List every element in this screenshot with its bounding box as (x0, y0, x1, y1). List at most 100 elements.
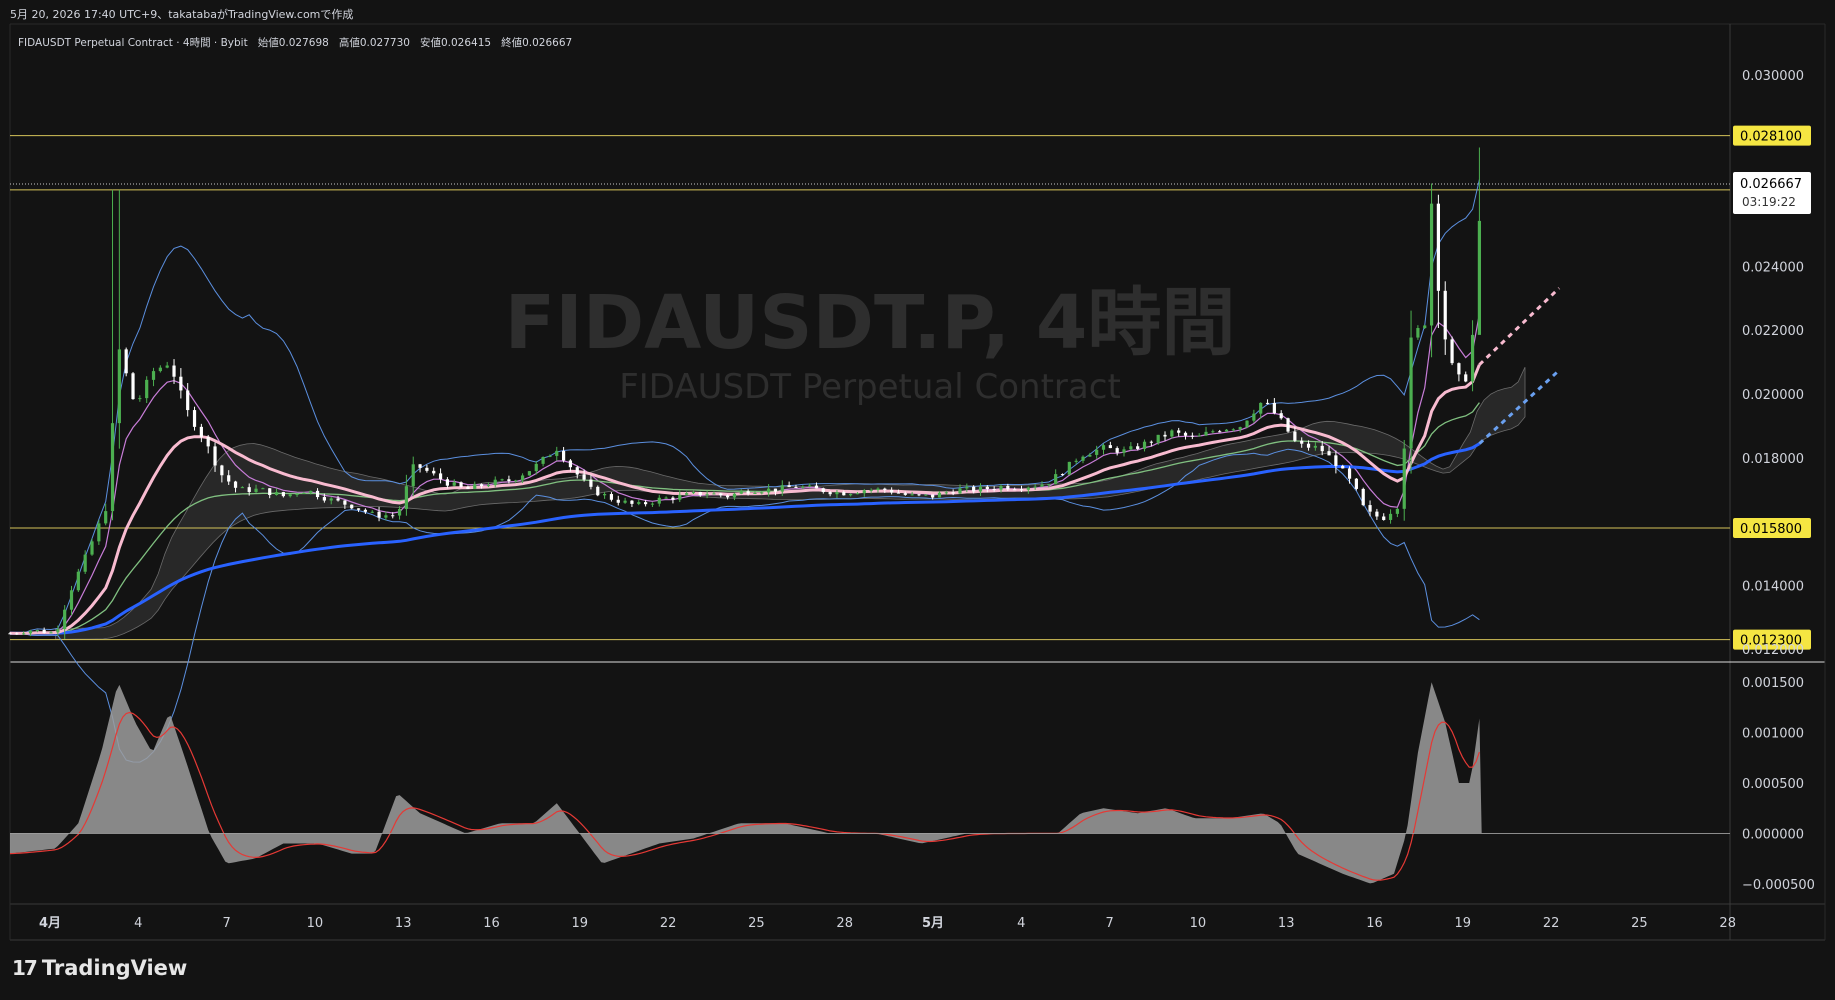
time-tick: 16 (483, 916, 500, 931)
candle-body (1402, 448, 1406, 509)
candle (199, 423, 203, 443)
candle-body (1067, 461, 1071, 475)
level-label-text: 0.028100 (1740, 130, 1802, 145)
candle-body (794, 487, 798, 489)
candle-body (418, 464, 422, 468)
candle (1443, 281, 1447, 355)
candle (1101, 443, 1106, 455)
candle-body (1265, 402, 1270, 404)
candle-body (486, 485, 491, 487)
candle (1388, 509, 1393, 524)
tradingview-logo[interactable]: 17 TradingView (12, 956, 187, 980)
candle-body (425, 467, 429, 471)
candle (541, 456, 545, 467)
candle-body (1081, 456, 1085, 461)
candle-body (1204, 431, 1208, 436)
candle-body (972, 486, 976, 492)
candle-body (1183, 432, 1188, 436)
candle-body (1341, 465, 1345, 469)
candle-body (678, 494, 682, 500)
candle (172, 359, 176, 384)
candle (1245, 420, 1249, 429)
candle-body (596, 486, 600, 496)
candle-body (896, 492, 901, 494)
candle (192, 406, 197, 431)
candle (151, 367, 156, 387)
candle-body (1142, 441, 1147, 449)
candle-body (493, 479, 497, 486)
candle-body (1088, 454, 1092, 457)
time-tick: 5月 (922, 916, 944, 931)
candle-body (1190, 435, 1194, 437)
watermark-subtitle: FIDAUSDT Perpetual Contract (619, 367, 1121, 407)
candle-body (179, 376, 183, 391)
price-chart[interactable]: FIDAUSDT.P, 4時間 FIDAUSDT Perpetual Contr… (0, 0, 1835, 1000)
candle (138, 395, 142, 402)
price-tick: 0.018000 (1742, 452, 1804, 467)
candle (602, 491, 607, 499)
candle-body (801, 486, 805, 488)
candle (350, 504, 354, 510)
candle-body (568, 460, 573, 468)
candle-body (1013, 489, 1017, 491)
legend-open: 0.027698 (278, 37, 329, 49)
candle-body (753, 492, 757, 494)
candle-body (309, 490, 313, 493)
candle (609, 492, 614, 502)
candle-body (466, 486, 470, 489)
candle (158, 365, 162, 373)
candle (1108, 441, 1112, 449)
time-tick: 13 (395, 916, 412, 931)
candle-body (746, 491, 750, 494)
candle-body (992, 489, 996, 491)
oscillator-axis[interactable]: 0.001500 0.001000 0.000500 0.000000 −0.00050… (1742, 676, 1815, 893)
price-axis[interactable]: 0.030000 0.024000 0.022000 0.020000 0.018000… (1742, 69, 1804, 658)
candle-body (1320, 445, 1324, 452)
candle-body (1149, 441, 1153, 443)
candle-body (1409, 337, 1413, 449)
time-tick: 16 (1366, 916, 1383, 931)
legend-open-label: 始値 (257, 37, 279, 49)
candle-body (1313, 445, 1317, 448)
legend-close-label: 終値 (501, 37, 523, 49)
candle (1129, 442, 1133, 451)
candle-body (445, 479, 450, 486)
candle-body (1197, 435, 1201, 437)
candle (452, 479, 456, 487)
candle (97, 519, 101, 545)
candle (1279, 410, 1283, 420)
candle-body (1327, 451, 1331, 456)
time-axis[interactable]: 4月 4 7 10 13 16 19 22 25 28 5月 4 7 10 13 16 19 22 25 28 (39, 916, 1736, 931)
candle-body (582, 474, 586, 480)
candle-body (883, 488, 887, 490)
candle-body (322, 497, 326, 501)
candle (117, 189, 121, 449)
candle-body (808, 485, 812, 487)
candle (432, 467, 436, 476)
time-tick: 28 (1719, 916, 1736, 931)
candle-body (254, 488, 258, 492)
time-tick: 19 (1455, 916, 1472, 931)
candle (1464, 371, 1468, 383)
time-tick: 19 (572, 916, 589, 931)
candle-body (862, 490, 866, 494)
candle-body (691, 492, 696, 494)
candle-body (1224, 429, 1229, 432)
candle-body (910, 494, 914, 496)
candle-body (56, 629, 60, 633)
candle-body (534, 463, 538, 472)
candle-body (15, 633, 19, 635)
price-tick: 0.024000 (1742, 260, 1804, 275)
candle-body (343, 500, 347, 505)
candle-body (233, 481, 238, 488)
candle-body (999, 485, 1003, 490)
candle (1259, 402, 1263, 419)
oscillator-tick: 0.000500 (1742, 777, 1804, 792)
candle-body (1245, 420, 1249, 428)
candle-body (903, 493, 907, 495)
candle (1054, 469, 1058, 485)
candle (1382, 513, 1386, 521)
candle-body (1163, 434, 1167, 437)
candle (76, 568, 80, 593)
candle-body (541, 457, 545, 464)
